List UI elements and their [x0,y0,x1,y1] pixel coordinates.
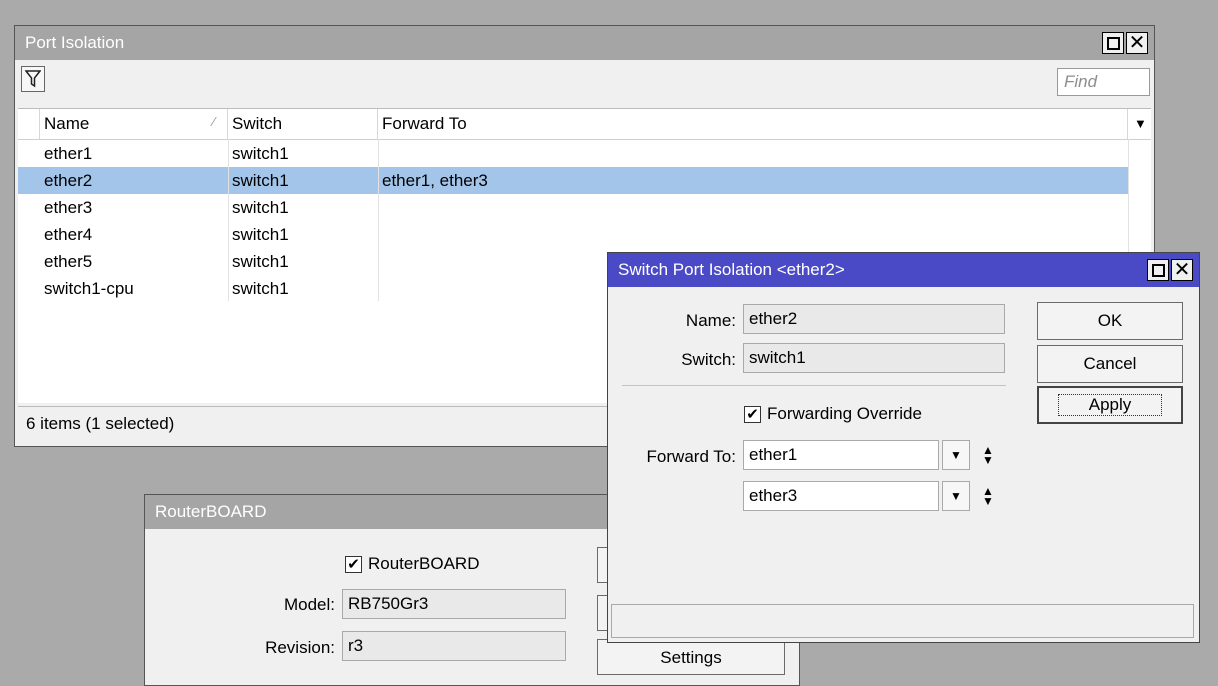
cell-name: ether5 [44,252,93,271]
checkbox-check-icon: ✔ [345,555,362,573]
cell-switch: switch1 [232,279,289,298]
column-menu-button[interactable]: ▼ [1128,109,1151,139]
table-row[interactable]: ether3 switch1 [18,194,1128,221]
column-divider [228,139,229,301]
ok-button[interactable]: OK [1037,302,1183,340]
switch-field: switch1 [743,343,1005,373]
cell-forward-to: ether1, ether3 [382,171,488,190]
cell-switch: switch1 [232,198,289,217]
divider [622,385,1006,386]
checkbox-check-icon: ✔ [744,405,761,423]
close-button[interactable]: ✕ [1126,32,1148,54]
column-label: Name [44,114,90,133]
apply-button[interactable]: Apply [1037,386,1183,424]
table-row[interactable]: ether1 switch1 [18,140,1128,167]
window-title: Port Isolation [25,33,125,52]
switch-label: Switch: [681,350,736,369]
cell-name: ether2 [44,171,93,190]
table-header: Name ⁄ Switch Forward To ▼ [18,109,1151,140]
settings-button[interactable]: Settings [597,639,785,675]
routerboard-checkbox[interactable]: ✔ RouterBOARD [345,554,479,574]
column-divider [378,139,379,301]
move-down-icon[interactable]: ▼ [982,495,994,507]
close-icon: ✕ [1128,32,1146,54]
cell-name: switch1-cpu [44,279,134,298]
revision-label: Revision: [265,638,335,657]
forward-to-field[interactable]: ether3 [743,481,939,511]
forward-to-reorder[interactable]: ▲ ▼ [978,481,998,511]
maximize-icon [1151,263,1165,277]
forward-to-field[interactable]: ether1 [743,440,939,470]
button-label: OK [1097,311,1123,330]
maximize-button[interactable] [1147,259,1169,281]
button-label: Cancel [1083,354,1137,373]
cell-name: ether4 [44,225,93,244]
column-header-name[interactable]: Name ⁄ [40,109,228,139]
dialog-titlebar[interactable]: Switch Port Isolation <ether2> [608,253,1199,287]
header-spacer [18,109,40,139]
dialog-status-bar [611,604,1194,638]
forward-to-dropdown-button[interactable]: ▼ [942,440,970,470]
model-field: RB750Gr3 [342,589,566,619]
window-title: RouterBOARD [155,502,267,521]
close-button[interactable]: ✕ [1171,259,1193,281]
column-label: Switch [232,114,283,133]
dropdown-arrow-icon: ▼ [950,448,962,462]
column-header-forward-to[interactable]: Forward To [378,109,1128,139]
find-input[interactable]: Find [1057,68,1150,96]
cancel-button[interactable]: Cancel [1037,345,1183,383]
move-down-icon[interactable]: ▼ [982,454,994,466]
status-text: 6 items (1 selected) [26,414,175,433]
sort-indicator-icon: ⁄ [212,114,215,129]
toolbar: Find [15,60,1154,98]
column-label: Forward To [382,114,467,133]
cell-switch: switch1 [232,144,289,163]
model-label: Model: [283,595,335,614]
checkbox-label: Forwarding Override [767,404,922,423]
cell-switch: switch1 [232,252,289,271]
forward-to-dropdown-button[interactable]: ▼ [942,481,970,511]
name-label: Name: [685,311,736,330]
cell-switch: switch1 [232,171,289,190]
forwarding-override-checkbox[interactable]: ✔ Forwarding Override [744,404,922,424]
name-field: ether2 [743,304,1005,334]
revision-field: r3 [342,631,566,661]
maximize-icon [1106,36,1120,50]
forward-to-reorder[interactable]: ▲ ▼ [978,440,998,470]
chevron-down-icon: ▼ [1134,116,1147,131]
table-row-selected[interactable]: ether2 switch1 ether1, ether3 [18,167,1128,194]
maximize-button[interactable] [1102,32,1124,54]
dialog-title: Switch Port Isolation <ether2> [618,260,845,279]
button-label: Settings [660,648,722,667]
checkbox-label: RouterBOARD [368,554,480,573]
cell-name: ether3 [44,198,93,217]
port-isolation-titlebar[interactable]: Port Isolation [15,26,1154,60]
switch-port-isolation-dialog: Switch Port Isolation <ether2> ✕ Name: e… [607,252,1200,643]
cell-switch: switch1 [232,225,289,244]
column-header-switch[interactable]: Switch [228,109,378,139]
close-icon: ✕ [1173,259,1191,281]
dropdown-arrow-icon: ▼ [950,489,962,503]
filter-button[interactable] [21,66,45,92]
table-row[interactable]: ether4 switch1 [18,221,1128,248]
filter-icon [25,70,41,88]
forward-to-label: Forward To: [646,447,736,466]
button-label: Apply [1057,394,1163,416]
cell-name: ether1 [44,144,93,163]
